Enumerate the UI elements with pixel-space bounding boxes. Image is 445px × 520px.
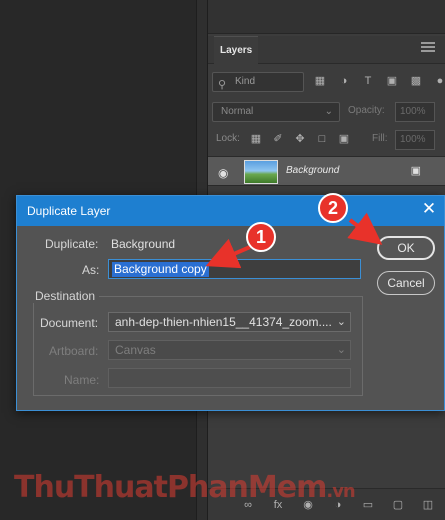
callout-arrows (205, 212, 383, 269)
arrow-to-ok-button (347, 212, 383, 245)
arrow-to-as-field (205, 238, 251, 269)
callout-step-2: 2 (318, 193, 348, 223)
callout-step-1: 1 (246, 222, 276, 252)
